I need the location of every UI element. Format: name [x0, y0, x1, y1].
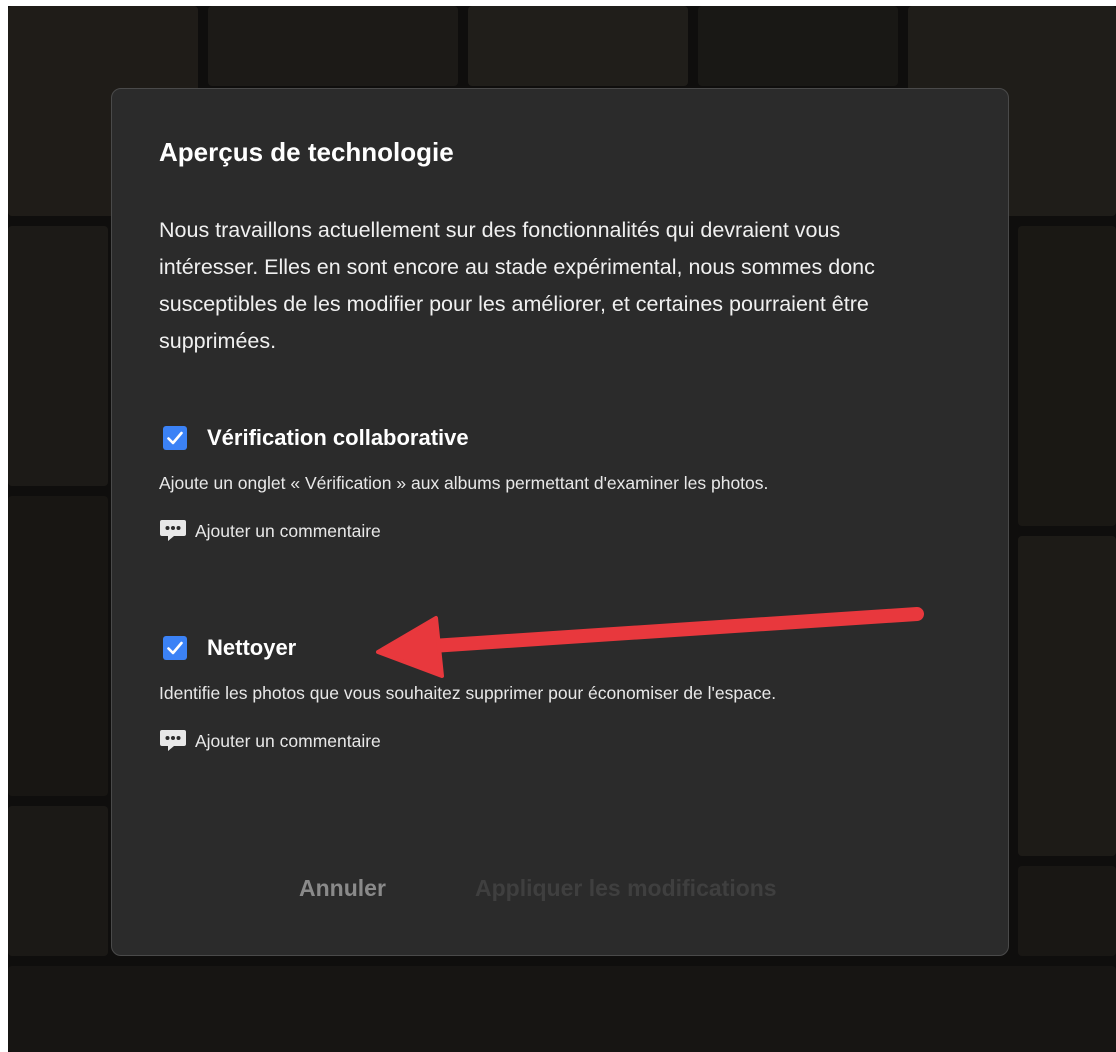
feature-header: Vérification collaborative: [159, 422, 919, 454]
feature-collaborative-review: Vérification collaborative Ajoute un ong…: [159, 422, 919, 546]
clean-up-checkbox[interactable]: [163, 636, 187, 660]
apply-changes-button[interactable]: Appliquer les modifications: [475, 875, 777, 902]
add-comment-label: Ajouter un commentaire: [195, 520, 381, 541]
feature-name: Vérification collaborative: [207, 425, 469, 450]
feature-header: Nettoyer: [159, 632, 919, 664]
checkmark-icon: [167, 641, 183, 655]
add-comment-label: Ajouter un commentaire: [195, 730, 381, 751]
add-comment-link[interactable]: Ajouter un commentaire: [159, 726, 919, 756]
collaborative-review-checkbox[interactable]: [163, 426, 187, 450]
cancel-button[interactable]: Annuler: [299, 875, 386, 902]
dialog-title: Aperçus de technologie: [159, 137, 454, 167]
speech-bubble-icon: [160, 520, 186, 541]
speech-bubble-icon: [160, 730, 186, 751]
dialog-button-bar: Annuler Appliquer les modifications: [112, 875, 1008, 915]
technology-previews-dialog: Aperçus de technologie Nous travaillons …: [111, 88, 1009, 956]
dialog-intro-text: Nous travaillons actuellement sur des fo…: [159, 218, 875, 353]
feature-description: Ajoute un onglet « Vérification » aux al…: [159, 473, 769, 493]
checkmark-icon: [167, 431, 183, 445]
feature-name: Nettoyer: [207, 635, 297, 660]
add-comment-link[interactable]: Ajouter un commentaire: [159, 516, 919, 546]
feature-description: Identifie les photos que vous souhaitez …: [159, 683, 777, 703]
feature-clean-up: Nettoyer Identifie les photos que vous s…: [159, 632, 919, 756]
